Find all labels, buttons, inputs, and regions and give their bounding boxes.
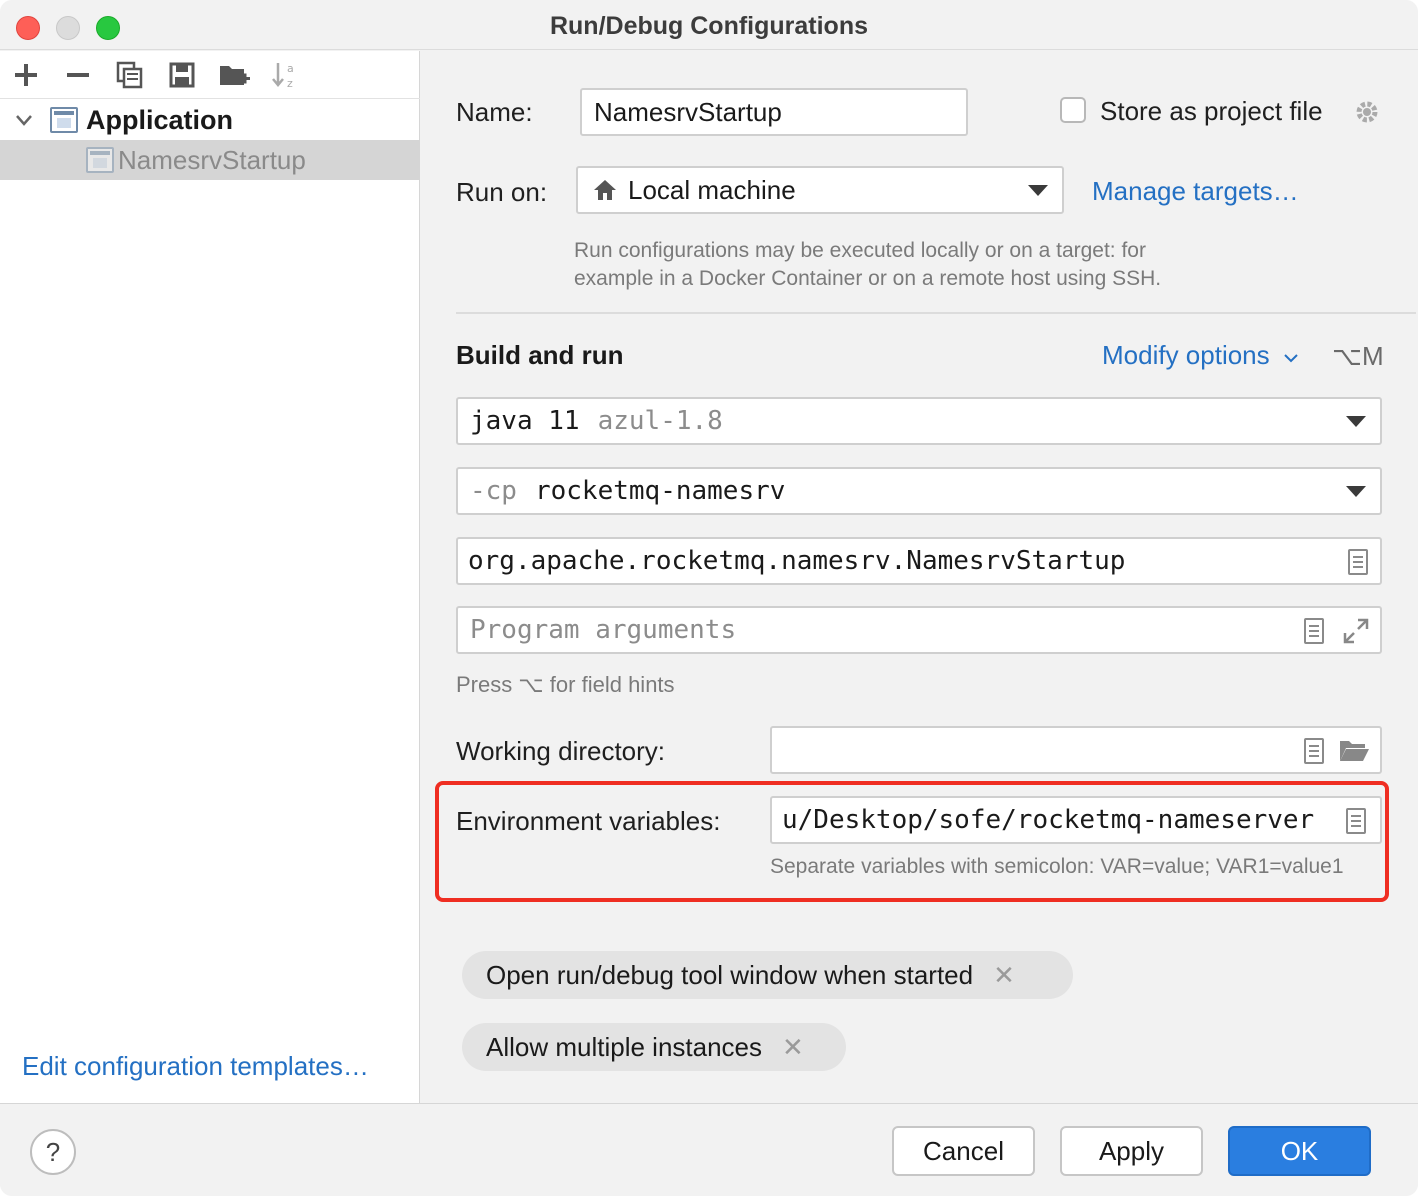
configurations-tree: Application NamesrvStartup: [0, 100, 420, 180]
tree-group-application[interactable]: Application: [0, 100, 420, 140]
chip-open-tool-window[interactable]: Open run/debug tool window when started …: [462, 951, 1073, 999]
folder-icon[interactable]: [1338, 738, 1370, 764]
run-on-hint-line1: Run configurations may be executed local…: [574, 239, 1146, 262]
run-on-dropdown[interactable]: Local machine: [576, 166, 1064, 214]
jdk-dropdown[interactable]: java 11 azul-1.8: [456, 397, 1382, 445]
window-title: Run/Debug Configurations: [549, 12, 869, 40]
program-arguments-field[interactable]: Program arguments: [456, 606, 1382, 654]
add-icon[interactable]: [10, 59, 42, 91]
chevron-down-icon: [1028, 185, 1048, 196]
classpath-value: rocketmq-namesrv: [534, 476, 786, 506]
chevron-down-icon: [1284, 354, 1298, 363]
remove-icon[interactable]: [62, 59, 94, 91]
edit-env-vars-icon[interactable]: [1346, 808, 1366, 834]
svg-text:a: a: [287, 62, 294, 75]
modify-options-label: Modify options: [1102, 340, 1270, 370]
apply-button[interactable]: Apply: [1060, 1126, 1203, 1176]
home-icon: [594, 180, 616, 200]
gear-icon[interactable]: [1353, 98, 1381, 126]
chevron-down-icon: [1346, 416, 1366, 427]
jdk-value: java 11: [470, 406, 580, 436]
edit-configuration-templates-link[interactable]: Edit configuration templates…: [22, 1051, 369, 1082]
name-field[interactable]: NamesrvStartup: [580, 88, 968, 136]
name-label: Name:: [456, 97, 533, 127]
name-field-value: NamesrvStartup: [594, 96, 782, 127]
chip-allow-multiple-instances[interactable]: Allow multiple instances ✕: [462, 1023, 846, 1071]
main-class-value: org.apache.rocketmq.namesrv.NamesrvStart…: [468, 546, 1126, 576]
chevron-down-icon: [1346, 486, 1366, 497]
sort-icon[interactable]: az: [270, 59, 302, 91]
new-folder-icon[interactable]: [218, 59, 250, 91]
build-and-run-title: Build and run: [456, 340, 624, 370]
run-on-hint-line2: example in a Docker Container or on a re…: [574, 267, 1162, 290]
dialog-footer: ? Cancel Apply OK: [0, 1103, 1418, 1196]
field-hints-text: Press ⌥ for field hints: [456, 672, 675, 697]
store-as-project-label: Store as project file: [1100, 96, 1323, 126]
insert-macro-icon[interactable]: [1304, 618, 1324, 644]
browse-class-icon[interactable]: [1348, 549, 1368, 575]
program-arguments-placeholder: Program arguments: [470, 615, 737, 645]
application-icon: [50, 107, 78, 133]
close-icon[interactable]: ✕: [782, 1032, 804, 1063]
title-bar: Run/Debug Configurations: [0, 0, 1418, 50]
expand-icon[interactable]: [1342, 617, 1370, 645]
configuration-editor: Name: NamesrvStartup Store as project fi…: [421, 51, 1418, 1103]
working-directory-field[interactable]: [770, 726, 1382, 774]
run-debug-dialog: Run/Debug Configurations az Application …: [0, 0, 1418, 1196]
jdk-hint: azul-1.8: [597, 406, 723, 436]
classpath-dropdown[interactable]: -cp rocketmq-namesrv: [456, 467, 1382, 515]
configurations-sidebar: az Application NamesrvStartup Edit confi…: [0, 51, 420, 1103]
section-divider: [456, 312, 1416, 314]
cancel-button[interactable]: Cancel: [892, 1126, 1035, 1176]
chip-label: Allow multiple instances: [486, 1031, 763, 1062]
insert-macro-icon[interactable]: [1304, 738, 1324, 764]
close-icon[interactable]: ✕: [993, 960, 1015, 991]
store-as-project-checkbox[interactable]: [1060, 97, 1086, 123]
tree-group-label: Application: [86, 104, 233, 135]
environment-variables-hint: Separate variables with semicolon: VAR=v…: [770, 855, 1344, 878]
run-on-label: Run on:: [456, 177, 548, 207]
environment-variables-label: Environment variables:: [456, 806, 721, 836]
svg-text:z: z: [287, 77, 293, 90]
chip-label: Open run/debug tool window when started: [486, 959, 974, 990]
environment-variables-field[interactable]: u/Desktop/sofe/rocketmq-nameserver: [770, 796, 1382, 844]
application-icon: [86, 147, 114, 173]
ok-button[interactable]: OK: [1228, 1126, 1371, 1176]
help-button[interactable]: ?: [30, 1129, 76, 1175]
run-on-value: Local machine: [628, 174, 796, 205]
main-class-field[interactable]: org.apache.rocketmq.namesrv.NamesrvStart…: [456, 537, 1382, 585]
chevron-down-icon[interactable]: [14, 110, 34, 130]
tree-item-namesrvstartup[interactable]: NamesrvStartup: [0, 140, 420, 180]
working-directory-label: Working directory:: [456, 736, 666, 766]
modify-options-link[interactable]: Modify options: [1102, 340, 1299, 371]
save-icon[interactable]: [166, 59, 198, 91]
manage-targets-link[interactable]: Manage targets…: [1092, 176, 1299, 207]
copy-icon[interactable]: [114, 59, 146, 91]
environment-variables-value: u/Desktop/sofe/rocketmq-nameserver: [782, 805, 1315, 835]
sidebar-toolbar: az: [0, 51, 420, 99]
classpath-prefix: -cp: [470, 476, 517, 506]
modify-options-shortcut: ⌥M: [1332, 341, 1384, 371]
tree-item-label: NamesrvStartup: [118, 144, 306, 175]
